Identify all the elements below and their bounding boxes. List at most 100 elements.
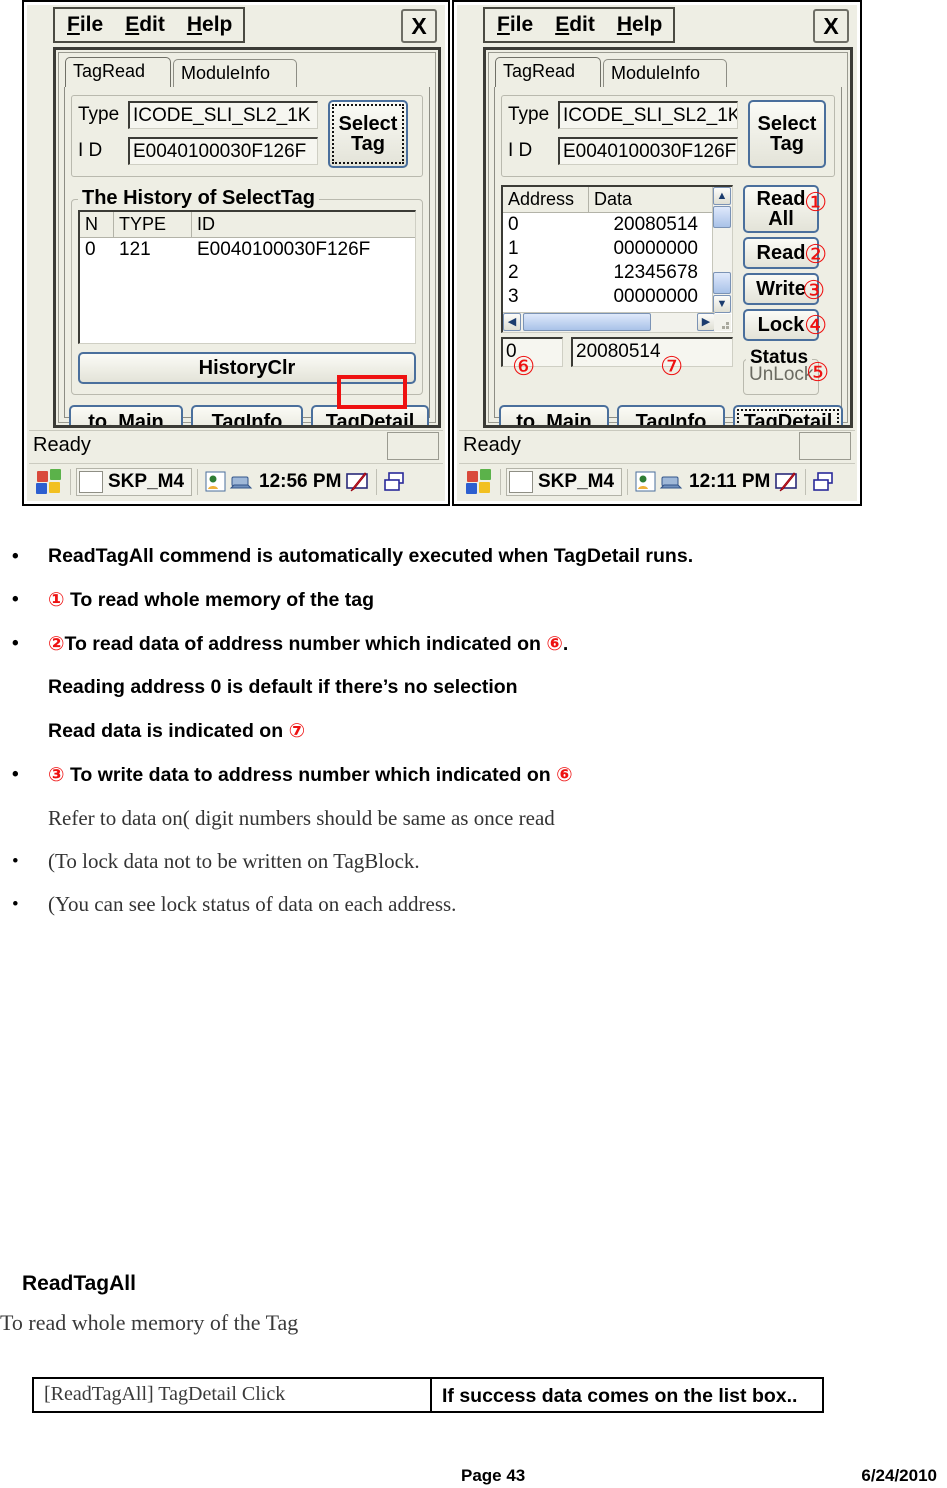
- cell-address: 1: [508, 238, 519, 259]
- table-row[interactable]: 2 12345678: [503, 261, 732, 285]
- taskbar-separator: [197, 468, 199, 495]
- note-sub-2: Read data is indicated on ⑦: [0, 717, 947, 745]
- note-marker-6a: ⑥: [546, 632, 563, 655]
- menu-item-edit[interactable]: Edit: [555, 13, 595, 37]
- id-field[interactable]: E0040100030F126F: [128, 137, 318, 165]
- menu-item-file[interactable]: File: [497, 13, 533, 37]
- windows-stack-icon[interactable]: [382, 470, 408, 494]
- note-text-3-sub1: Reading address 0 is default if there’s …: [48, 676, 518, 698]
- data-input[interactable]: 20080514: [571, 337, 733, 367]
- taskbar-item-skp-m4[interactable]: SKP_M4: [506, 467, 623, 496]
- type-field[interactable]: ICODE_SLI_SL2_1K: [128, 101, 318, 129]
- tab-tagread[interactable]: TagRead: [495, 57, 601, 87]
- cell-address: 0: [508, 214, 519, 235]
- status-bar-left: Ready: [29, 430, 443, 463]
- horizontal-scrollbar[interactable]: ◀ ▶: [503, 312, 715, 332]
- note-bullet-3: • ②To read data of address number which …: [0, 630, 947, 658]
- horizontal-scroll-thumb[interactable]: [523, 313, 651, 331]
- id-field[interactable]: E0040100030F126F: [558, 137, 738, 165]
- user-icon[interactable]: [203, 470, 229, 494]
- history-list[interactable]: N TYPE ID 0 121 E0040100030F126F: [78, 210, 416, 344]
- action-result-table: [ReadTagAll] TagDetail Click If success …: [32, 1377, 824, 1413]
- cell-data: 00000000: [613, 286, 698, 307]
- tagdetail-button[interactable]: TagDetail: [311, 405, 429, 425]
- status-indicator-box: [387, 432, 439, 460]
- tab-moduleinfo[interactable]: ModuleInfo: [173, 59, 297, 87]
- scroll-left-icon[interactable]: ◀: [503, 313, 521, 331]
- history-clear-button[interactable]: HistoryClr: [78, 352, 416, 384]
- windows-stack-icon[interactable]: [811, 470, 837, 494]
- start-button-icon[interactable]: [465, 468, 495, 496]
- vertical-scrollbar[interactable]: ▲ ▼: [712, 187, 732, 313]
- type-field[interactable]: ICODE_SLI_SL2_1K: [558, 101, 738, 129]
- tab-strip-left: TagRead ModuleInfo: [65, 57, 431, 91]
- history-group-caption: The History of SelectTag: [78, 187, 320, 210]
- status-group: Status UnLock: [743, 347, 819, 395]
- stylus-icon[interactable]: [774, 470, 800, 494]
- scroll-right-icon[interactable]: ▶: [697, 313, 715, 331]
- start-button-icon[interactable]: [35, 468, 65, 496]
- note-bullet-1: • ReadTagAll commend is automatically ex…: [0, 543, 947, 570]
- tag-identity-group: Type ICODE_SLI_SL2_1K I D E0040100030F12…: [501, 95, 835, 177]
- col-id: ID: [197, 214, 215, 234]
- taskbar-clock: 12:11 PM: [689, 470, 771, 492]
- select-tag-button[interactable]: Select Tag: [328, 100, 408, 168]
- select-tag-line2: Tag: [350, 133, 386, 155]
- user-icon[interactable]: [633, 470, 659, 494]
- tab-moduleinfo[interactable]: ModuleInfo: [603, 59, 727, 87]
- type-label: Type: [78, 104, 120, 125]
- to-main-button[interactable]: to. Main: [69, 405, 183, 425]
- address-input[interactable]: 0: [501, 337, 563, 367]
- taskbar-item-skp-m4[interactable]: SKP_M4: [76, 467, 193, 496]
- vertical-scroll-thumb-lower[interactable]: [713, 272, 731, 294]
- scroll-up-icon[interactable]: ▲: [713, 187, 731, 205]
- menu-item-edit[interactable]: Edit: [125, 13, 165, 37]
- client-inner-right: TagRead ModuleInfo Type ICODE_SLI_SL2_1K…: [488, 52, 848, 425]
- network-icon[interactable]: [229, 470, 255, 494]
- taginfo-button[interactable]: TagInfo: [617, 405, 725, 425]
- tab-tagread[interactable]: TagRead: [65, 57, 171, 87]
- menu-item-help[interactable]: Help: [187, 13, 233, 37]
- read-button[interactable]: Read: [743, 237, 819, 269]
- device-screenshot-left: File Edit Help X TagRead ModuleInfo Type: [22, 0, 450, 506]
- scroll-down-icon[interactable]: ▼: [713, 295, 731, 313]
- section-title: ReadTagAll: [22, 1272, 136, 1295]
- to-main-button[interactable]: to. Main: [499, 405, 609, 425]
- lock-button[interactable]: Lock: [743, 309, 819, 341]
- menu-item-help[interactable]: Help: [617, 13, 663, 37]
- col-type: TYPE: [114, 212, 192, 237]
- select-tag-button[interactable]: Select Tag: [748, 100, 826, 168]
- tagdetail-button[interactable]: TagDetail: [733, 405, 843, 425]
- network-icon[interactable]: [659, 470, 685, 494]
- id-label: I D: [508, 140, 533, 161]
- close-icon[interactable]: X: [813, 9, 849, 43]
- note-text-3-tail: .: [562, 633, 569, 655]
- read-all-button[interactable]: Read All: [743, 185, 819, 233]
- taskbar-left[interactable]: SKP_M4 12:56 PM: [29, 463, 443, 499]
- memory-list[interactable]: Address Data 0 20080514 1 00000000 2 123…: [501, 185, 733, 333]
- menu-bar-right[interactable]: File Edit Help: [483, 7, 675, 43]
- table-row[interactable]: 0 20080514: [503, 213, 732, 237]
- table-row[interactable]: 1 00000000: [503, 237, 732, 261]
- select-tag-line1: Select: [338, 113, 398, 135]
- taginfo-button[interactable]: TagInfo: [191, 405, 303, 425]
- note-sub-3: Refer to data on( digit numbers should b…: [0, 805, 947, 832]
- table-row[interactable]: 0 121 E0040100030F126F: [80, 238, 415, 262]
- taskbar-right[interactable]: SKP_M4 12:11 PM: [459, 463, 855, 499]
- menu-bar-left[interactable]: File Edit Help: [53, 7, 245, 43]
- table-row[interactable]: 3 00000000: [503, 285, 732, 309]
- menu-item-file[interactable]: File: [67, 13, 103, 37]
- app-icon: [79, 470, 103, 493]
- bullet-icon: •: [12, 546, 19, 567]
- close-icon[interactable]: X: [401, 9, 437, 43]
- device-screen-left: File Edit Help X TagRead ModuleInfo Type: [27, 5, 445, 501]
- stylus-icon[interactable]: [345, 470, 371, 494]
- cell-id: E0040100030F126F: [197, 239, 371, 260]
- cell-data: 20080514: [613, 214, 698, 235]
- vertical-scroll-thumb[interactable]: [713, 206, 731, 228]
- status-indicator-box: [799, 432, 851, 460]
- write-button[interactable]: Write: [743, 273, 819, 305]
- app-icon: [509, 470, 533, 493]
- taskbar-clock: 12:56 PM: [259, 470, 342, 492]
- note-marker-6b: ⑥: [556, 763, 573, 786]
